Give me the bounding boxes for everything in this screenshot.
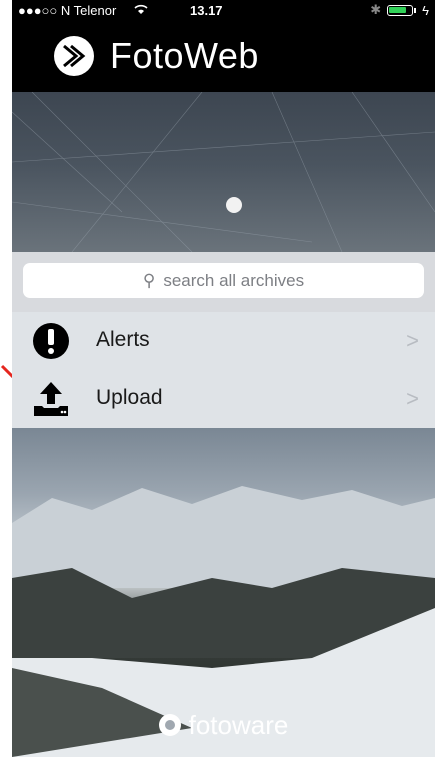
status-right: ✱ ϟ bbox=[370, 2, 429, 18]
search-input[interactable]: ⚲ search all archives bbox=[23, 263, 424, 298]
status-bar: ●●●○○ N Telenor 13.17 ✱ ϟ bbox=[12, 0, 435, 20]
charging-icon: ϟ bbox=[422, 2, 429, 18]
chevron-right-icon: > bbox=[406, 328, 419, 353]
footer-brand: fotoware bbox=[12, 700, 435, 750]
chevron-right-icon: > bbox=[406, 386, 419, 411]
menu-item-label: Upload bbox=[96, 386, 163, 409]
wifi-icon bbox=[133, 3, 149, 18]
menu-item-upload[interactable]: Upload > bbox=[12, 370, 435, 428]
app-header: FotoWeb bbox=[12, 20, 435, 92]
search-placeholder: search all archives bbox=[163, 270, 305, 290]
carrier-signal: ●●●○○ N Telenor bbox=[18, 3, 117, 18]
battery-icon bbox=[387, 4, 414, 16]
main-menu: Alerts > Upload > bbox=[12, 312, 435, 428]
menu-item-label: Alerts bbox=[96, 328, 150, 351]
search-icon: ⚲ bbox=[142, 270, 156, 290]
menu-item-alerts[interactable]: Alerts > bbox=[12, 312, 435, 370]
bluetooth-icon: ✱ bbox=[370, 2, 382, 17]
exclamation-circle-icon bbox=[33, 323, 69, 359]
upload-icon bbox=[34, 382, 68, 416]
fotoweb-logo-icon bbox=[54, 36, 94, 76]
network-lines-graphic bbox=[12, 91, 435, 253]
fotoware-logo-icon bbox=[158, 714, 181, 736]
phone-screen: ●●●○○ N Telenor 13.17 ✱ ϟ FotoWeb ⚲ sear… bbox=[12, 0, 435, 757]
search-bar-area: ⚲ search all archives bbox=[12, 252, 435, 312]
footer-brand-text: fotoware bbox=[188, 709, 289, 740]
hero-image-top bbox=[12, 91, 435, 253]
status-time: 13.17 bbox=[190, 3, 223, 18]
app-title: FotoWeb bbox=[110, 35, 259, 76]
battery-tip bbox=[414, 7, 417, 13]
